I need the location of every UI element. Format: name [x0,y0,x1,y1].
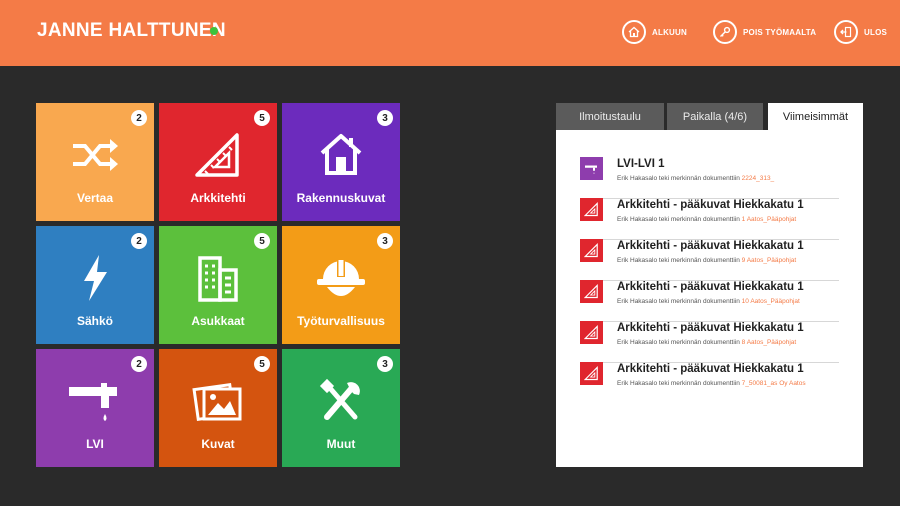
recent-item-desc: Erik Hakasalo teki merkinnän dokumenttii… [617,175,775,182]
user-name: JANNE HALTTUNEN [37,20,226,41]
tab-ilmoitustaulu[interactable]: Ilmoitustaulu [556,103,664,130]
recent-item[interactable]: Arkkitehti - pääkuvat Hiekkakatu 1 Erik … [580,239,839,281]
recent-item-desc: Erik Hakasalo teki merkinnän dokumenttii… [617,216,797,223]
recent-item-title: Arkkitehti - pääkuvat Hiekkakatu 1 [617,240,804,252]
recent-item-desc: Erik Hakasalo teki merkinnän dokumenttii… [617,339,797,346]
tile-label: Muut [326,437,356,451]
tile-badge: 3 [377,110,393,126]
building-icon [159,254,277,302]
recent-item-desc: Erik Hakasalo teki merkinnän dokumenttii… [617,298,800,305]
tile-asukkaat[interactable]: 5 Asukkaat [159,226,277,344]
set-square-icon [580,362,603,385]
tile-label: Rakennuskuvat [296,191,386,205]
faucet-icon [580,157,603,180]
shuffle-icon [36,131,154,179]
tile-label: Sähkö [76,314,113,328]
recent-activity-panel: LVI-LVI 1 Erik Hakasalo teki merkinnän d… [556,130,863,467]
tile-badge: 5 [254,233,270,249]
tile-rakennuskuvat[interactable]: 3 Rakennuskuvat [282,103,400,221]
tile-badge: 2 [131,233,147,249]
recent-item-desc: Erik Hakasalo teki merkinnän dokumenttii… [617,380,806,387]
key-icon [713,20,737,44]
tile-label: Kuvat [201,437,235,451]
recent-item-desc: Erik Hakasalo teki merkinnän dokumenttii… [617,257,797,264]
header-bar: JANNE HALTTUNEN ALKUUN POIS TYÖMAALTA UL… [0,0,900,66]
tile-badge: 2 [131,110,147,126]
tile-arkkitehti[interactable]: 5 Arkkitehti [159,103,277,221]
tile-muut[interactable]: 3 Muut [282,349,400,467]
document-link[interactable]: 10 Aatos_Pääpohjat [742,298,800,305]
recent-item-title: Arkkitehti - pääkuvat Hiekkakatu 1 [617,281,804,293]
tile-vertaa[interactable]: 2 Vertaa [36,103,154,221]
set-square-icon [159,131,277,179]
recent-item[interactable]: Arkkitehti - pääkuvat Hiekkakatu 1 Erik … [580,280,839,322]
nav-logout-button[interactable]: ULOS [834,20,887,44]
hard-hat-icon [282,254,400,302]
tab-viimeisimmat[interactable]: Viimeisimmät [768,103,863,130]
set-square-icon [580,321,603,344]
set-square-icon [580,239,603,262]
document-link[interactable]: 1 Aatos_Pääpohjat [742,216,797,223]
tile-sahko[interactable]: 2 Sähkö [36,226,154,344]
tile-label: Asukkaat [191,314,245,328]
tile-badge: 5 [254,110,270,126]
tools-icon [282,377,400,425]
tile-badge: 5 [254,356,270,372]
document-link[interactable]: 8 Aatos_Pääpohjat [742,339,797,346]
recent-item-title: Arkkitehti - pääkuvat Hiekkakatu 1 [617,199,804,211]
recent-item[interactable]: Arkkitehti - pääkuvat Hiekkakatu 1 Erik … [580,198,839,240]
tile-label: Arkkitehti [190,191,246,205]
photos-icon [159,377,277,425]
nav-home-label: ALKUUN [652,27,687,37]
tile-label: Työturvallisuus [297,314,385,328]
nav-leave-site-button[interactable]: POIS TYÖMAALTA [713,20,816,44]
tile-tyoturvallisuus[interactable]: 3 Työturvallisuus [282,226,400,344]
recent-item[interactable]: LVI-LVI 1 Erik Hakasalo teki merkinnän d… [580,157,839,199]
set-square-icon [580,198,603,221]
recent-item[interactable]: Arkkitehti - pääkuvat Hiekkakatu 1 Erik … [580,321,839,363]
home-icon [622,20,646,44]
tile-badge: 3 [377,356,393,372]
tile-label: LVI [86,437,104,451]
recent-item[interactable]: Arkkitehti - pääkuvat Hiekkakatu 1 Erik … [580,362,839,403]
tab-paikalla[interactable]: Paikalla (4/6) [667,103,763,130]
recent-item-title: Arkkitehti - pääkuvat Hiekkakatu 1 [617,363,804,375]
document-link[interactable]: 7_50081_as Oy Aatos [742,380,806,387]
recent-item-title: Arkkitehti - pääkuvat Hiekkakatu 1 [617,322,804,334]
document-link[interactable]: 2224_313_ [742,175,775,182]
recent-item-title: LVI-LVI 1 [617,158,665,170]
set-square-icon [580,280,603,303]
nav-leave-site-label: POIS TYÖMAALTA [743,27,817,37]
lightning-icon [36,254,154,302]
tile-kuvat[interactable]: 5 Kuvat [159,349,277,467]
nav-logout-label: ULOS [864,27,888,37]
document-link[interactable]: 9 Aatos_Pääpohjat [742,257,797,264]
tile-badge: 3 [377,233,393,249]
tile-badge: 2 [131,356,147,372]
tile-lvi[interactable]: 2 LVI [36,349,154,467]
house-icon [282,131,400,179]
exit-icon [834,20,858,44]
faucet-icon [36,377,154,425]
online-status-dot [210,27,218,35]
nav-home-button[interactable]: ALKUUN [622,20,687,44]
tile-label: Vertaa [76,191,114,205]
